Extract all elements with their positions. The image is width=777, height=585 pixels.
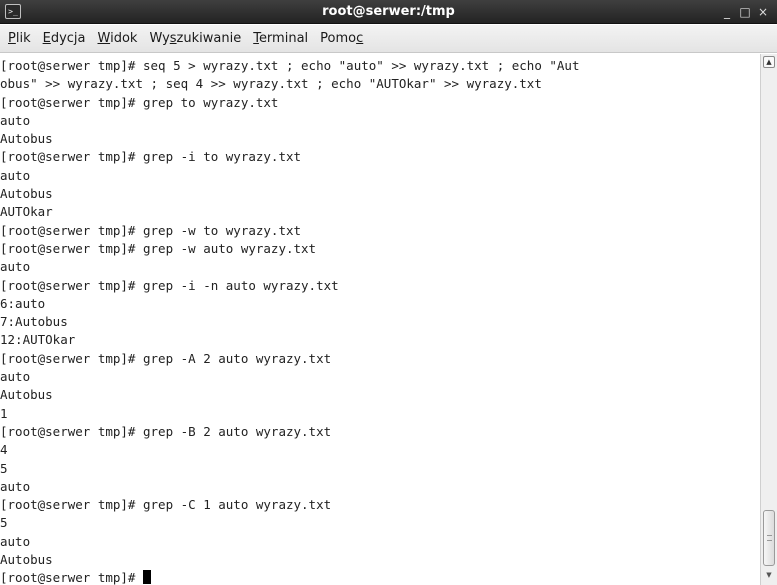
menu-terminal[interactable]: Terminal [248,28,313,49]
maximize-icon[interactable]: □ [737,4,753,20]
terminal-line: Autobus [0,387,53,403]
terminal-line: 4 [0,442,8,458]
terminal-line: [root@serwer tmp]# seq 5 > wyrazy.txt ; … [0,58,580,73]
title-bar[interactable]: >_ root@serwer:/tmp _ □ × [0,0,777,24]
terminal-line: [root@serwer tmp]# grep -B 2 auto wyrazy… [0,423,332,439]
menu-plik[interactable]: Plik [3,28,36,49]
prompt-line[interactable]: [root@serwer tmp]# [0,569,760,585]
terminal-line: auto [0,259,31,275]
terminal-line: [root@serwer tmp]# grep -i to wyrazy.txt [0,149,302,165]
terminal-line: 6:auto [0,295,46,311]
menu-edycja[interactable]: Edycja [38,28,91,49]
close-icon[interactable]: × [755,4,771,20]
terminal-line: auto [0,369,31,385]
terminal-line: auto [0,112,31,128]
terminal-window: >_ root@serwer:/tmp _ □ × Plik Edycja Wi… [0,0,777,585]
vertical-scrollbar[interactable]: ▲ ▼ [760,54,777,585]
terminal-line: 7:Autobus [0,314,68,330]
terminal-output[interactable]: [root@serwer tmp]# seq 5 > wyrazy.txt ; … [0,54,760,585]
terminal-line: Autobus [0,552,53,568]
terminal-line: 1 [0,405,8,421]
window-controls: _ □ × [717,0,771,24]
terminal-line: Autobus [0,186,53,202]
terminal-line: 12:AUTOkar [0,332,76,348]
scroll-up-icon[interactable]: ▲ [763,56,775,68]
terminal-line: [root@serwer tmp]# grep -C 1 auto wyrazy… [0,497,332,513]
scroll-down-icon[interactable]: ▼ [763,569,775,581]
terminal-line: [root@serwer tmp]# grep to wyrazy.txt [0,94,279,110]
scrollbar-thumb[interactable] [763,510,775,566]
terminal-line: [root@serwer tmp]# grep -i -n auto wyraz… [0,277,339,293]
terminal-line: [root@serwer tmp]# grep -A 2 auto wyrazy… [0,350,332,366]
menu-pomoc[interactable]: Pomoc [315,28,368,49]
terminal-line: [root@serwer tmp]# grep -w to wyrazy.txt [0,222,302,238]
prompt: [root@serwer tmp]# [0,570,143,585]
menu-bar: Plik Edycja Widok Wyszukiwanie Terminal … [0,25,777,53]
terminal-line: [root@serwer tmp]# grep -w auto wyrazy.t… [0,240,317,256]
menu-widok[interactable]: Widok [93,28,143,49]
terminal-icon[interactable]: >_ [5,4,21,19]
terminal-line: auto [0,478,31,494]
window-title: root@serwer:/tmp [322,4,455,19]
terminal-line: auto [0,167,31,183]
terminal-line: obus" >> wyrazy.txt ; seq 4 >> wyrazy.tx… [0,76,542,92]
terminal-line: 5 [0,460,8,476]
text-cursor [143,570,151,585]
terminal-line: auto [0,533,31,549]
terminal-line: 5 [0,515,8,531]
terminal-line: Autobus [0,131,53,147]
terminal-line: AUTOkar [0,204,53,220]
menu-wyszukiwanie[interactable]: Wyszukiwanie [144,28,246,49]
minimize-icon[interactable]: _ [719,4,735,20]
grip-icon [767,535,772,541]
